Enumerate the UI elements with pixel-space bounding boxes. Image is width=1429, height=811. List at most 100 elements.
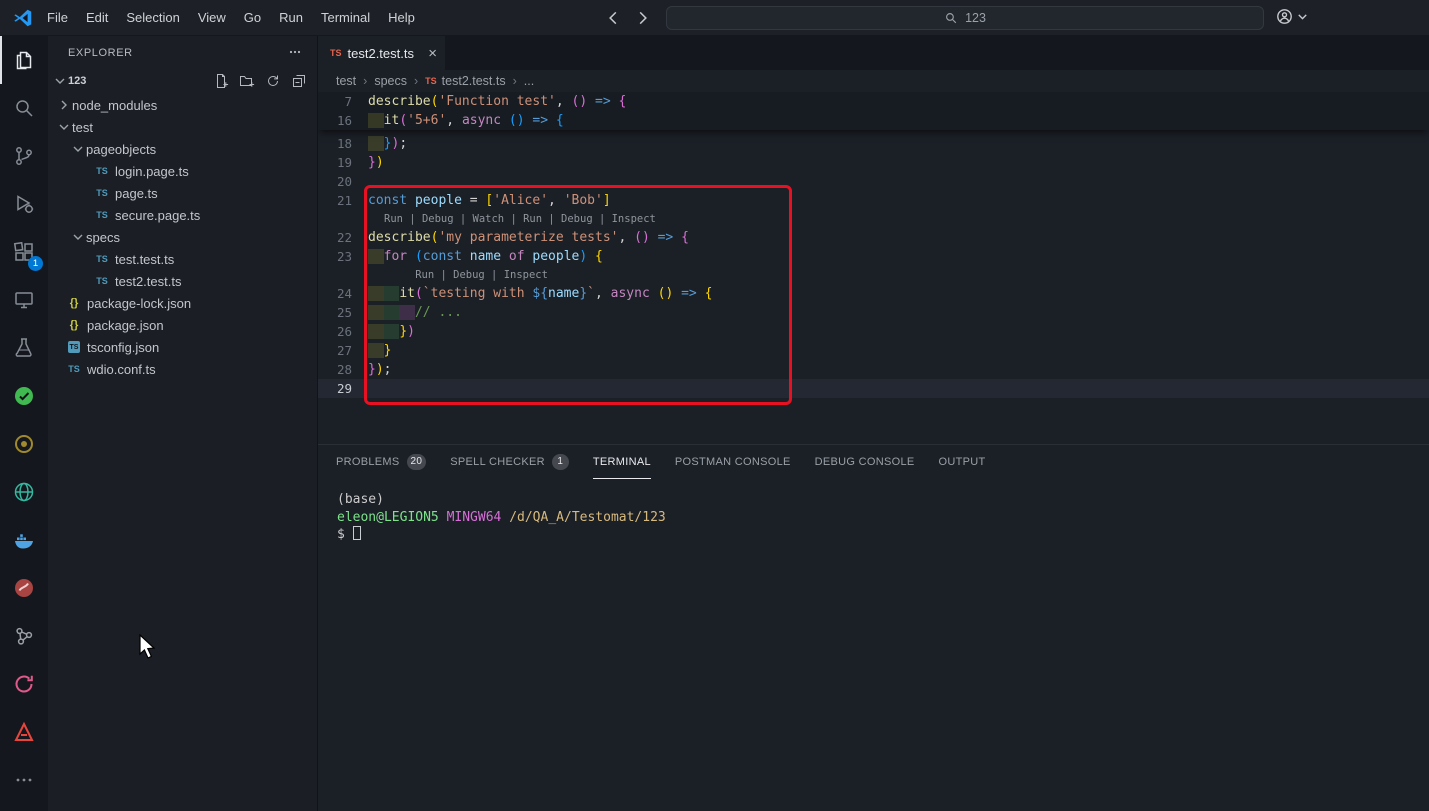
extension-olive-dot-icon[interactable] <box>0 420 48 468</box>
extension-molecule-icon[interactable] <box>0 612 48 660</box>
explorer-icon[interactable] <box>0 36 48 84</box>
tab-test2-test-ts[interactable]: TS test2.test.ts × <box>318 36 446 70</box>
codelens-debug[interactable]: Debug <box>453 269 485 281</box>
terminal-line: eleon@LEGION5 MINGW64 /d/QA_A/Testomat/1… <box>337 509 1429 527</box>
tree-item-page-ts[interactable]: TSpage.ts <box>48 182 317 204</box>
code-line-26[interactable]: 26 }) <box>318 322 1429 341</box>
tree-item-login-page-ts[interactable]: TSlogin.page.ts <box>48 160 317 182</box>
account-icon[interactable] <box>1276 8 1293 28</box>
tree-item-secure-page-ts[interactable]: TSsecure.page.ts <box>48 204 317 226</box>
code-text: }) <box>368 322 415 341</box>
nav-back-icon[interactable] <box>604 9 622 30</box>
refresh-explorer-icon[interactable] <box>265 73 281 89</box>
menu-edit[interactable]: Edit <box>77 6 117 30</box>
menu-file[interactable]: File <box>38 6 77 30</box>
tree-item-tsconfig-json[interactable]: TStsconfig.json <box>48 336 317 358</box>
extension-pink-refresh-icon[interactable] <box>0 660 48 708</box>
codelens-run[interactable]: Run <box>415 269 434 281</box>
codelens-debug[interactable]: Debug <box>422 213 454 225</box>
panel-tab-problems[interactable]: PROBLEMS20 <box>336 445 426 479</box>
remote-explorer-icon[interactable] <box>0 276 48 324</box>
testing-flask-icon[interactable] <box>0 324 48 372</box>
codelens-run[interactable]: Run <box>384 213 403 225</box>
menu-terminal[interactable]: Terminal <box>312 6 379 30</box>
ts-file-icon: TS <box>94 210 110 220</box>
menu-run[interactable]: Run <box>270 6 312 30</box>
browser-globe-icon[interactable] <box>0 468 48 516</box>
chevron-down-icon[interactable] <box>1294 8 1311 28</box>
code-line-20[interactable]: 20 <box>318 172 1429 191</box>
codelens-inspect[interactable]: Inspect <box>612 213 656 225</box>
chevron-down-icon <box>52 73 68 89</box>
panel-tab-debug-console[interactable]: DEBUG CONSOLE <box>815 445 915 479</box>
code-line-28[interactable]: 28}); <box>318 360 1429 379</box>
code-text: // ... <box>368 303 462 322</box>
file-tree: node_modulestestpageobjectsTSlogin.page.… <box>48 94 317 380</box>
run-and-debug-icon[interactable] <box>0 180 48 228</box>
code-text: describe('Function test', () => { <box>368 92 626 111</box>
line-number: 24 <box>318 284 368 303</box>
tab-close-icon[interactable]: × <box>428 46 437 61</box>
code-line-7[interactable]: 7describe('Function test', () => { <box>318 92 1429 111</box>
new-folder-icon[interactable] <box>239 73 255 89</box>
code-line-25[interactable]: 25 // ... <box>318 303 1429 322</box>
breadcrumb-test[interactable]: test <box>336 74 356 88</box>
tree-item-package-json[interactable]: {}package.json <box>48 314 317 336</box>
chevron-down-icon <box>70 141 86 157</box>
line-number: 21 <box>318 191 368 210</box>
tree-item-package-lock-json[interactable]: {}package-lock.json <box>48 292 317 314</box>
menu-go[interactable]: Go <box>235 6 270 30</box>
breadcrumb-specs[interactable]: specs <box>374 74 407 88</box>
codelens-watch[interactable]: Watch <box>473 213 505 225</box>
breadcrumb-separator: › <box>414 74 418 88</box>
panel-tab-postman-console[interactable]: POSTMAN CONSOLE <box>675 445 791 479</box>
test-results-check-icon[interactable] <box>0 372 48 420</box>
nav-forward-icon[interactable] <box>634 9 652 30</box>
tree-item-label: login.page.ts <box>115 164 189 179</box>
tree-item-test[interactable]: test <box>48 116 317 138</box>
extension-red-circle-icon[interactable] <box>0 564 48 612</box>
code-editor[interactable]: 7describe('Function test', () => {16 it(… <box>318 92 1429 444</box>
docker-icon[interactable] <box>0 516 48 564</box>
menu-help[interactable]: Help <box>379 6 424 30</box>
code-line-24[interactable]: 24 it(`testing with ${name}`, async () =… <box>318 284 1429 303</box>
breadcrumb-[interactable]: ... <box>524 74 534 88</box>
code-line-16[interactable]: 16 it('5+6', async () => { <box>318 111 1429 130</box>
code-line-18[interactable]: 18 }); <box>318 134 1429 153</box>
tree-item-node-modules[interactable]: node_modules <box>48 94 317 116</box>
tree-item-test2-test-ts[interactable]: TStest2.test.ts <box>48 270 317 292</box>
code-line-19[interactable]: 19}) <box>318 153 1429 172</box>
collapse-folders-icon[interactable] <box>291 73 307 89</box>
codelens-inspect[interactable]: Inspect <box>504 269 548 281</box>
code-line-29[interactable]: 29 <box>318 379 1429 398</box>
search-icon[interactable] <box>0 84 48 132</box>
explorer-root-section[interactable]: 123 <box>48 70 317 92</box>
menu-bar: FileEditSelectionViewGoRunTerminalHelp <box>38 0 424 36</box>
code-line-21[interactable]: 21const people = ['Alice', 'Bob'] <box>318 191 1429 210</box>
extensions-icon[interactable]: 1 <box>0 228 48 276</box>
code-text: it('5+6', async () => { <box>368 111 564 130</box>
terminal[interactable]: (base)eleon@LEGION5 MINGW64 /d/QA_A/Test… <box>318 479 1429 544</box>
more-activity-icon[interactable] <box>0 756 48 804</box>
command-center-search[interactable]: 123 <box>666 6 1264 30</box>
tree-item-wdio-conf-ts[interactable]: TSwdio.conf.ts <box>48 358 317 380</box>
codelens-debug[interactable]: Debug <box>561 213 593 225</box>
breadcrumb-test2-test-ts[interactable]: TStest2.test.ts <box>425 74 505 88</box>
testomat-a-icon[interactable] <box>0 708 48 756</box>
panel-tab-spell-checker[interactable]: SPELL CHECKER1 <box>450 445 569 479</box>
codelens-run[interactable]: Run <box>523 213 542 225</box>
source-control-icon[interactable] <box>0 132 48 180</box>
code-line-23[interactable]: 23 for (const name of people) { <box>318 247 1429 266</box>
panel-tab-terminal[interactable]: TERMINAL <box>593 445 651 479</box>
tree-item-specs[interactable]: specs <box>48 226 317 248</box>
explorer-more-actions-icon[interactable] <box>287 44 303 63</box>
tree-item-pageobjects[interactable]: pageobjects <box>48 138 317 160</box>
tree-item-test-test-ts[interactable]: TStest.test.ts <box>48 248 317 270</box>
json-file-icon: {} <box>66 319 82 331</box>
code-line-22[interactable]: 22describe('my parameterize tests', () =… <box>318 228 1429 247</box>
menu-view[interactable]: View <box>189 6 235 30</box>
code-line-27[interactable]: 27 } <box>318 341 1429 360</box>
new-file-icon[interactable] <box>213 73 229 89</box>
panel-tab-output[interactable]: OUTPUT <box>939 445 986 479</box>
menu-selection[interactable]: Selection <box>117 6 188 30</box>
